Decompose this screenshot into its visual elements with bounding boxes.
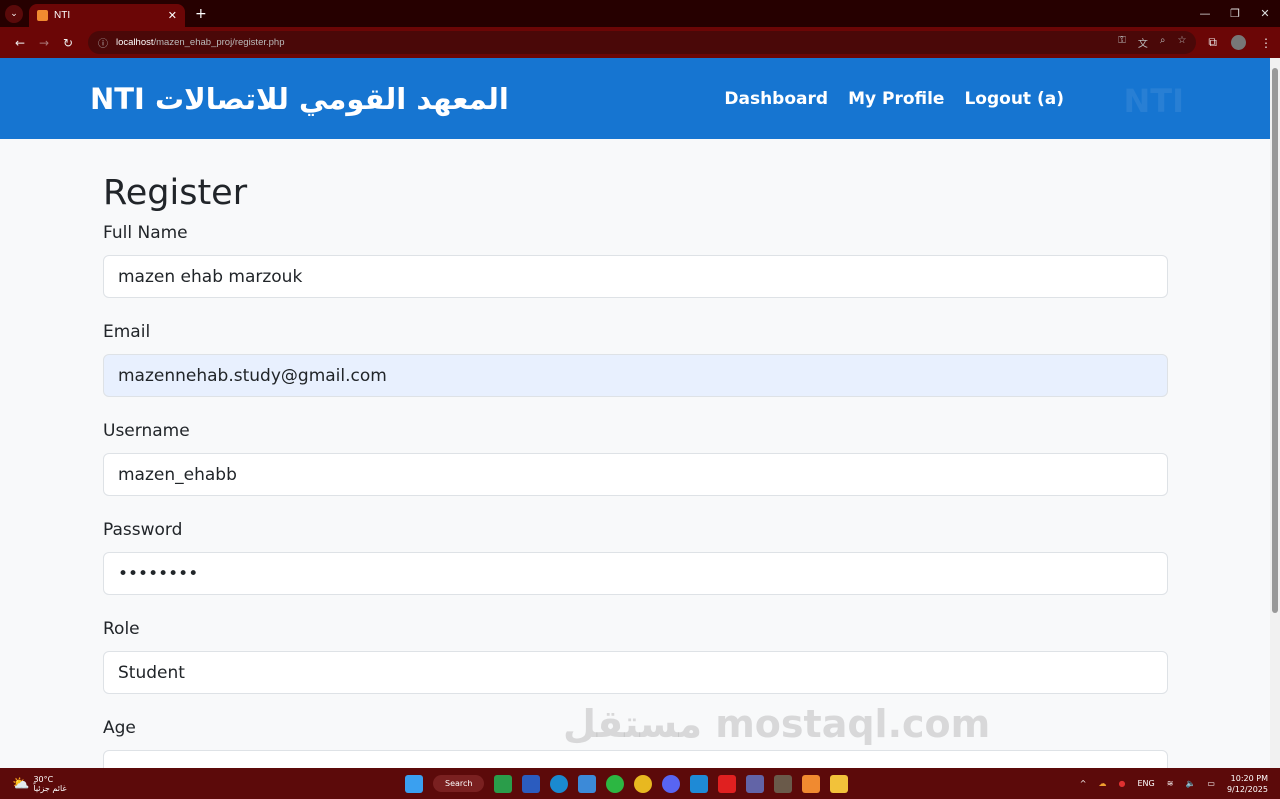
- close-tab-icon[interactable]: ✕: [168, 9, 177, 22]
- minimize-button[interactable]: —: [1190, 0, 1220, 27]
- browser-tabbar: ⌄ NTI ✕ + — ❐ ✕: [0, 0, 1280, 27]
- page-title: Register: [103, 173, 248, 213]
- info-icon[interactable]: ⓘ: [98, 35, 108, 50]
- url-input[interactable]: ⓘ localhost/mazen_ehab_proj/register.php…: [88, 31, 1197, 54]
- navbar: NTI المعهد القومي للاتصالات Dashboard My…: [0, 58, 1270, 139]
- page-viewport: NTI المعهد القومي للاتصالات Dashboard My…: [0, 58, 1270, 768]
- role-label: Role: [103, 619, 140, 639]
- back-button[interactable]: ←: [8, 36, 32, 50]
- brand[interactable]: NTI المعهد القومي للاتصالات: [90, 82, 509, 116]
- menu-icon[interactable]: ⋮: [1260, 36, 1272, 50]
- forward-button[interactable]: →: [32, 36, 56, 50]
- tray-chevron-icon[interactable]: ^: [1080, 779, 1087, 788]
- wifi-icon[interactable]: ≋: [1167, 779, 1174, 788]
- whatsapp-icon[interactable]: [606, 774, 625, 793]
- scrollbar[interactable]: [1270, 58, 1280, 768]
- weather-icon: ⛅: [12, 775, 30, 792]
- email-label: Email: [103, 322, 151, 342]
- vscode-icon[interactable]: [690, 774, 709, 793]
- youtube-icon[interactable]: [718, 774, 737, 793]
- extensions-icon[interactable]: ⧉: [1208, 35, 1217, 50]
- language-indicator[interactable]: ENG: [1137, 779, 1154, 788]
- close-window-button[interactable]: ✕: [1250, 0, 1280, 27]
- clock[interactable]: 10:20 PM 9/12/2025: [1227, 773, 1268, 795]
- temperature: 30°C: [33, 774, 54, 784]
- microphone-icon[interactable]: ●: [1119, 779, 1126, 788]
- email-input[interactable]: mazennehab.study@gmail.com: [103, 354, 1168, 397]
- password-label: Password: [103, 520, 183, 540]
- new-tab-button[interactable]: +: [195, 6, 207, 22]
- word-icon[interactable]: [522, 774, 541, 793]
- teams-icon[interactable]: [746, 774, 765, 793]
- weather-text: غائم جزئياً: [33, 783, 67, 793]
- onedrive-icon[interactable]: ☁: [1099, 779, 1107, 788]
- discord-icon[interactable]: [662, 774, 681, 793]
- role-select[interactable]: Student: [103, 651, 1168, 694]
- age-input[interactable]: [103, 750, 1168, 768]
- date: 9/12/2025: [1226, 784, 1268, 794]
- taskbar: ⛅ 30°C غائم جزئياً Search ^ ☁ ● ENG ≋ 🔈 ▭…: [0, 768, 1280, 799]
- edge-icon[interactable]: [550, 774, 569, 793]
- windows-start-icon[interactable]: [405, 774, 423, 793]
- watermark: مستقل mostaql.com: [563, 702, 991, 746]
- game-icon[interactable]: [774, 774, 793, 793]
- username-label: Username: [103, 421, 190, 441]
- browser-tab[interactable]: NTI ✕: [29, 4, 185, 27]
- nav-dashboard[interactable]: Dashboard: [724, 89, 828, 109]
- nti-logo: NTI: [1123, 82, 1184, 120]
- zoom-icon[interactable]: ⌕: [1160, 35, 1166, 50]
- url-path: /mazen_ehab_proj/register.php: [153, 37, 285, 48]
- profile-avatar[interactable]: [1231, 35, 1246, 50]
- nav-my-profile[interactable]: My Profile: [848, 89, 944, 109]
- address-bar-row: ← → ↻ ⓘ localhost/mazen_ehab_proj/regist…: [0, 27, 1280, 58]
- weather-widget[interactable]: ⛅ 30°C غائم جزئياً: [12, 775, 67, 793]
- time: 10:20 PM: [1230, 773, 1268, 783]
- app-icon[interactable]: [494, 774, 513, 793]
- url-host: localhost: [116, 37, 154, 48]
- password-key-icon[interactable]: ⚿: [1118, 35, 1126, 50]
- xampp-favicon-icon: [37, 10, 48, 21]
- password-input[interactable]: ••••••••: [103, 552, 1168, 595]
- chrome-icon[interactable]: [634, 774, 653, 793]
- restore-button[interactable]: ❐: [1220, 0, 1250, 27]
- full-name-input[interactable]: mazen ehab marzouk: [103, 255, 1168, 298]
- translate-icon[interactable]: 文: [1138, 35, 1148, 50]
- battery-icon[interactable]: ▭: [1207, 779, 1215, 788]
- nav-logout[interactable]: Logout (a): [964, 89, 1064, 109]
- volume-icon[interactable]: 🔈: [1185, 779, 1195, 788]
- xampp-icon[interactable]: [802, 774, 821, 793]
- taskbar-search[interactable]: Search: [433, 775, 485, 792]
- username-input[interactable]: mazen_ehabb: [103, 453, 1168, 496]
- scrollbar-thumb[interactable]: [1272, 68, 1278, 613]
- file-explorer-icon[interactable]: [830, 774, 849, 793]
- bookmark-star-icon[interactable]: ☆: [1177, 35, 1186, 50]
- reload-button[interactable]: ↻: [56, 36, 80, 50]
- register-form: Register Full Name mazen ehab marzouk Em…: [0, 139, 1270, 768]
- tab-title: NTI: [54, 10, 71, 21]
- calendar-icon[interactable]: [578, 774, 597, 793]
- full-name-label: Full Name: [103, 223, 188, 243]
- tab-search-button[interactable]: ⌄: [5, 4, 23, 23]
